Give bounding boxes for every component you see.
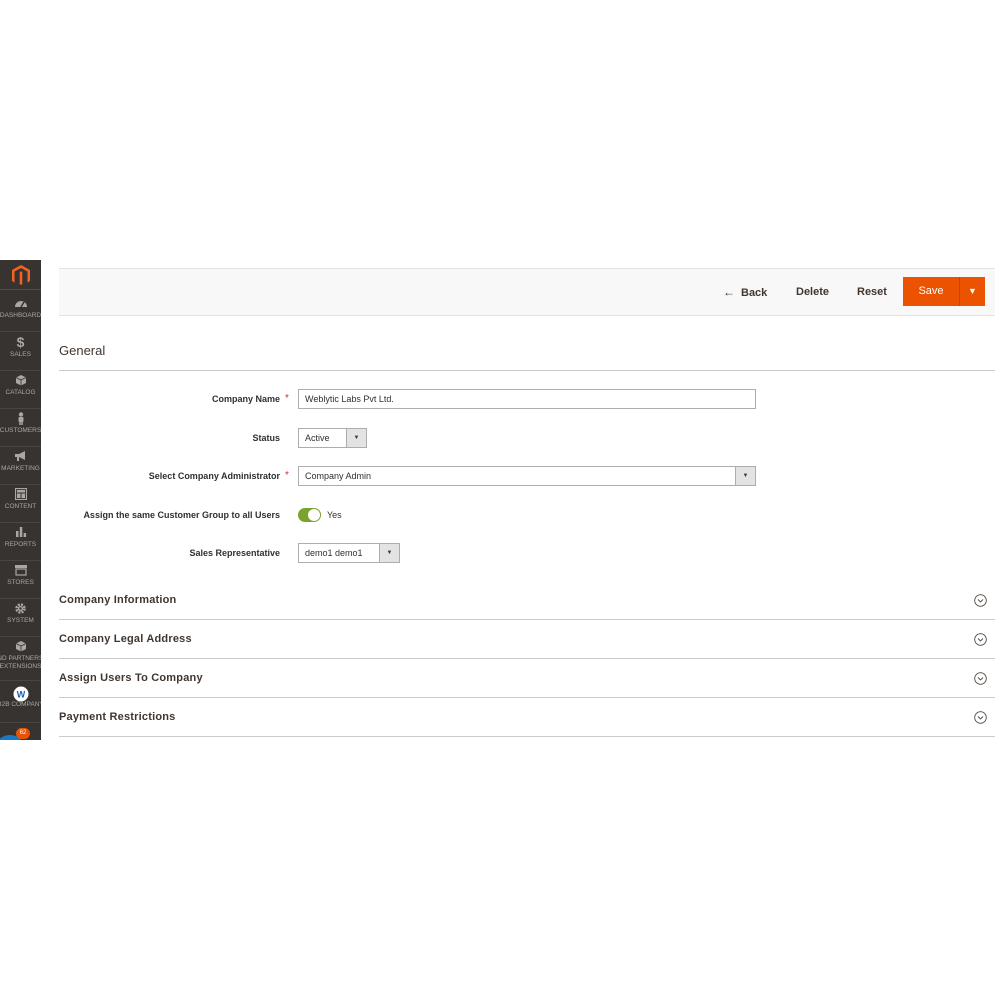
sidebar-item-sales[interactable]: $ SALES bbox=[0, 333, 41, 371]
sidebar-item-reports[interactable]: REPORTS bbox=[0, 523, 41, 561]
box-icon bbox=[0, 371, 41, 389]
sidebar-item-label: FIND PARTNERS & EXTENSIONS bbox=[0, 655, 41, 670]
sidebar-item-label: REPORTS bbox=[4, 541, 37, 548]
gear-icon bbox=[0, 599, 41, 617]
sidebar-item-label: CUSTOMERS bbox=[0, 427, 41, 434]
section-payment-restrictions[interactable]: Payment Restrictions bbox=[59, 698, 995, 737]
general-section-title: General bbox=[59, 343, 106, 358]
company-admin-select[interactable]: Company Admin ▼ bbox=[298, 466, 756, 486]
sidebar-item-content[interactable]: CONTENT bbox=[0, 485, 41, 523]
chevron-down-circle-icon bbox=[974, 594, 987, 607]
bar-chart-icon bbox=[0, 523, 41, 541]
section-company-information[interactable]: Company Information bbox=[59, 581, 995, 620]
save-split-button: Save ▼ bbox=[903, 277, 985, 306]
status-select[interactable]: Active ▼ bbox=[298, 428, 367, 448]
sidebar-item-label: MARKETING bbox=[1, 465, 40, 472]
sidebar-item-stores[interactable]: STORES bbox=[0, 561, 41, 599]
reset-button[interactable]: Reset bbox=[857, 269, 887, 315]
customer-group-label: Assign the same Customer Group to all Us… bbox=[83, 510, 280, 520]
company-admin-label: Select Company Administrator bbox=[148, 471, 280, 481]
dollar-icon: $ bbox=[16, 334, 25, 350]
sidebar-item-label: B2B COMPANY bbox=[0, 701, 41, 708]
magento-logo-icon[interactable] bbox=[0, 260, 41, 290]
back-button[interactable]: ← Back bbox=[723, 269, 767, 315]
weblytic-icon: W bbox=[0, 683, 41, 702]
section-title: Payment Restrictions bbox=[59, 711, 176, 723]
page-actions-bar: ← Back Delete Reset Save ▼ bbox=[59, 268, 995, 316]
notification-area[interactable]: 62 bbox=[0, 728, 41, 740]
company-name-input[interactable] bbox=[298, 389, 756, 409]
sidebar-item-label: STORES bbox=[7, 579, 34, 586]
sales-rep-label: Sales Representative bbox=[189, 548, 280, 558]
sidebar-item-customers[interactable]: CUSTOMERS bbox=[0, 409, 41, 447]
section-company-legal-address[interactable]: Company Legal Address bbox=[59, 620, 995, 659]
caret-down-icon: ▼ bbox=[968, 286, 977, 296]
customer-group-toggle[interactable] bbox=[298, 508, 321, 522]
sidebar-item-dashboard[interactable]: DASHBOARD bbox=[0, 294, 41, 332]
sales-rep-select-value: demo1 demo1 bbox=[305, 548, 363, 558]
chevron-down-circle-icon bbox=[974, 672, 987, 685]
admin-sidebar: DASHBOARD $ SALES CATALOG CUSTOMERS MARK… bbox=[0, 260, 41, 740]
status-select-value: Active bbox=[305, 433, 330, 443]
megaphone-icon bbox=[0, 447, 41, 465]
sidebar-item-label: SALES bbox=[10, 351, 31, 358]
notification-badge: 62 bbox=[16, 728, 30, 739]
save-button[interactable]: Save bbox=[903, 277, 959, 306]
company-admin-select-value: Company Admin bbox=[305, 471, 372, 481]
cube-icon bbox=[0, 637, 41, 655]
chevron-down-circle-icon bbox=[974, 633, 987, 646]
section-title: Company Legal Address bbox=[59, 633, 192, 645]
layout-icon bbox=[0, 485, 41, 503]
caret-down-icon: ▼ bbox=[346, 429, 366, 447]
toggle-knob bbox=[308, 509, 320, 521]
dashboard-icon bbox=[0, 294, 41, 312]
caret-down-icon: ▼ bbox=[379, 544, 399, 562]
sidebar-item-system[interactable]: SYSTEM bbox=[0, 599, 41, 637]
sidebar-item-label: CATALOG bbox=[5, 389, 36, 396]
caret-down-icon: ▼ bbox=[735, 467, 755, 485]
section-title: Company Information bbox=[59, 594, 177, 606]
save-options-toggle[interactable]: ▼ bbox=[959, 277, 985, 306]
arrow-left-icon: ← bbox=[723, 285, 735, 299]
chevron-down-circle-icon bbox=[974, 711, 987, 724]
storefront-icon bbox=[0, 561, 41, 579]
person-icon bbox=[0, 409, 41, 427]
sidebar-item-marketing[interactable]: MARKETING bbox=[0, 447, 41, 485]
sidebar-item-catalog[interactable]: CATALOG bbox=[0, 371, 41, 409]
back-button-label: Back bbox=[741, 287, 768, 299]
delete-button[interactable]: Delete bbox=[796, 269, 829, 315]
customer-group-toggle-label: Yes bbox=[327, 510, 342, 520]
sidebar-item-label: CONTENT bbox=[4, 503, 37, 510]
company-name-label: Company Name bbox=[211, 394, 280, 404]
section-title: Assign Users To Company bbox=[59, 672, 203, 684]
required-marker: * bbox=[285, 393, 289, 404]
section-divider bbox=[59, 370, 995, 371]
sidebar-item-label: DASHBOARD bbox=[0, 312, 41, 319]
section-assign-users[interactable]: Assign Users To Company bbox=[59, 659, 995, 698]
sidebar-item-b2b-company[interactable]: W B2B COMPANY bbox=[0, 683, 41, 723]
sales-rep-select[interactable]: demo1 demo1 ▼ bbox=[298, 543, 400, 563]
status-label: Status bbox=[252, 433, 280, 443]
required-marker: * bbox=[285, 470, 289, 481]
sidebar-item-partners[interactable]: FIND PARTNERS & EXTENSIONS bbox=[0, 637, 41, 681]
sidebar-item-label: SYSTEM bbox=[7, 617, 34, 624]
svg-text:W: W bbox=[16, 690, 25, 700]
